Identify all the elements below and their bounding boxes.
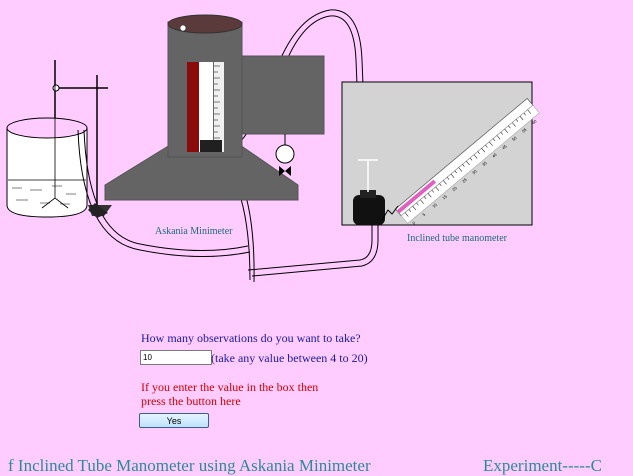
marquee-text-2: Experiment-----C [483, 456, 602, 475]
observations-question: How many observations do you want to tak… [141, 331, 361, 345]
askania-minimeter-caption: Askania Minimeter [155, 226, 233, 237]
beaker [6, 60, 88, 218]
marquee-text-1: f Inclined Tube Manometer using Askania … [8, 456, 371, 475]
scrolling-title-marquee: f Inclined Tube Manometer using Askania … [0, 456, 633, 476]
apparatus-diagram: 051015202530354045505560 [6, 9, 540, 283]
yes-button[interactable]: Yes [139, 413, 209, 428]
inclined-manometer-caption: Inclined tube manometer [407, 233, 507, 244]
observations-input[interactable] [140, 350, 212, 365]
instruction-line-2: press the button here [141, 394, 241, 408]
inclined-tube-manometer: 051015202530354045505560 [341, 81, 540, 226]
instruction-text: If you enter the value in the box then p… [141, 380, 318, 408]
instruction-line-1: If you enter the value in the box then [141, 380, 319, 394]
askania-minimeter [88, 14, 325, 218]
range-hint: (take any value between 4 to 20) [211, 351, 368, 365]
